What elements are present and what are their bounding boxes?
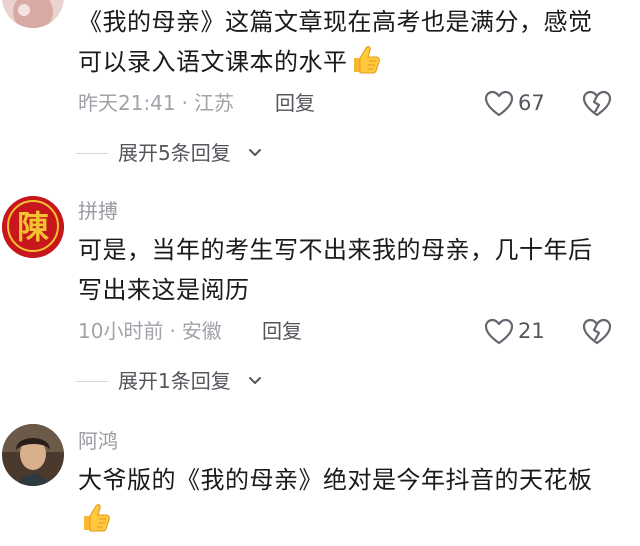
avatar[interactable] [2, 424, 64, 486]
meta-separator: · [181, 91, 188, 115]
timestamp: 10小时前 [78, 319, 164, 343]
location: 安徽 [181, 319, 222, 343]
avatar-image: 陳 [2, 196, 64, 258]
comment-text: 《我的母亲》这篇文章现在高考也是满分，感觉 可以录入语文课本的水平 [78, 8, 593, 76]
avatar-seal-char: 陳 [17, 208, 49, 246]
expand-divider [76, 153, 108, 154]
username[interactable]: 拼搏 [78, 198, 118, 224]
heart-outline-icon[interactable] [484, 318, 514, 346]
like-count: 67 [518, 91, 545, 115]
location: 江苏 [194, 91, 234, 115]
comment-text: 大爷版的《我的母亲》绝对是今年抖音的天花板 [78, 460, 618, 540]
expand-replies-label: 展开1条回复 [118, 369, 231, 393]
comment-meta: 昨天21:41 · 江苏 [78, 88, 234, 118]
expand-replies-label: 展开5条回复 [118, 141, 231, 165]
reply-button[interactable]: 回复 [275, 88, 315, 118]
avatar[interactable]: 陳 [2, 196, 64, 258]
broken-heart-icon[interactable] [582, 90, 612, 118]
heart-outline-icon[interactable] [484, 90, 514, 118]
avatar[interactable] [2, 0, 64, 28]
expand-divider [76, 381, 108, 382]
avatar-image [2, 424, 64, 486]
chevron-down-icon [249, 149, 261, 156]
comment-text: 可是，当年的考生写不出来我的母亲，几十年后 写出来这是阅历 [78, 236, 593, 304]
comment-meta: 10小时前 · 安徽 [78, 316, 222, 346]
thumbs-up-emoji [348, 42, 382, 76]
avatar-image [2, 0, 64, 28]
broken-heart-icon[interactable] [582, 318, 612, 346]
chevron-down-icon [249, 377, 261, 384]
meta-separator: · [169, 319, 176, 343]
thumbs-up-emoji [78, 500, 112, 534]
timestamp: 昨天21:41 [78, 91, 176, 115]
username[interactable]: 阿鸿 [78, 428, 118, 454]
like-count: 21 [518, 319, 545, 343]
reply-button[interactable]: 回复 [262, 316, 302, 346]
